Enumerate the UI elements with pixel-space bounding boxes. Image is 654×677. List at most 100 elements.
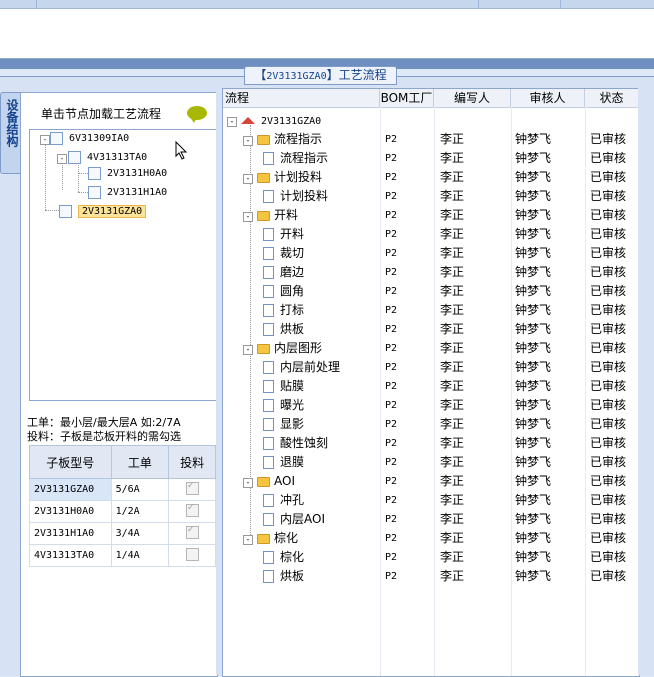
feed-checkbox[interactable] xyxy=(185,547,199,561)
folder-icon xyxy=(257,343,270,354)
folder-icon xyxy=(257,134,270,145)
writer-cell: 李正 xyxy=(440,170,465,184)
feed-checkbox[interactable] xyxy=(185,502,199,517)
tree-node[interactable]: 4V31313TA0 xyxy=(68,150,147,166)
document-icon xyxy=(263,399,274,412)
folder-icon xyxy=(257,533,270,544)
process-step-row[interactable]: 开料 P2 李正 钟梦飞 已审核 xyxy=(223,225,639,244)
factory-cell: P2 xyxy=(385,267,398,278)
process-step-row[interactable]: 退膜 P2 李正 钟梦飞 已审核 xyxy=(223,453,639,472)
writer-cell: 李正 xyxy=(440,322,465,336)
tree-node-selected[interactable]: 2V3131GZA0 xyxy=(59,204,147,220)
process-group-row[interactable]: - 流程指示 P2 李正 钟梦飞 已审核 xyxy=(223,130,639,149)
tree-collapse-toggle[interactable]: - xyxy=(243,535,253,545)
process-step-row[interactable]: 磨边 P2 李正 钟梦飞 已审核 xyxy=(223,263,639,282)
flow-title-tab: 【2V3131GZA0】工艺流程 xyxy=(244,66,397,85)
hint-line-1: 工单：最小层/最大层A 如:2/7A xyxy=(27,416,181,429)
col-header-writer[interactable]: 编写人 xyxy=(434,89,511,107)
tree-line xyxy=(78,162,79,192)
process-step-row[interactable]: 圆角 P2 李正 钟梦飞 已审核 xyxy=(223,282,639,301)
document-icon xyxy=(263,266,274,279)
col-header-flow[interactable]: 流程 xyxy=(225,89,380,107)
reviewer-cell: 钟梦飞 xyxy=(515,531,552,545)
writer-cell: 李正 xyxy=(440,379,465,393)
process-step-row[interactable]: 计划投料 P2 李正 钟梦飞 已审核 xyxy=(223,187,639,206)
process-group-row[interactable]: - 内层图形 P2 李正 钟梦飞 已审核 xyxy=(223,339,639,358)
process-step-row[interactable]: 流程指示 P2 李正 钟梦飞 已审核 xyxy=(223,149,639,168)
reviewer-cell: 钟梦飞 xyxy=(515,265,552,279)
process-step-row[interactable]: 冲孔 P2 李正 钟梦飞 已审核 xyxy=(223,491,639,510)
table-row[interactable]: 2V3131H1A0 3/4A xyxy=(29,522,216,545)
tree-collapse-toggle[interactable]: - xyxy=(243,174,253,184)
document-icon xyxy=(263,304,274,317)
grid-root-row[interactable]: - 2V3131GZA0 xyxy=(223,111,639,130)
factory-cell: P2 xyxy=(385,571,398,582)
factory-cell: P2 xyxy=(385,286,398,297)
process-step-row[interactable]: 棕化 P2 李正 钟梦飞 已审核 xyxy=(223,548,639,567)
col-header-status[interactable]: 状态 xyxy=(585,89,639,107)
table-row[interactable]: 4V31313TA0 1/4A xyxy=(29,544,216,567)
document-icon xyxy=(263,285,274,298)
status-cell: 已审核 xyxy=(590,417,627,431)
factory-cell: P2 xyxy=(385,153,398,164)
tree-node[interactable]: 2V3131H0A0 xyxy=(88,166,167,182)
document-icon xyxy=(263,152,274,165)
tree-collapse-toggle[interactable]: - xyxy=(243,136,253,146)
process-step-row[interactable]: 裁切 P2 李正 钟梦飞 已审核 xyxy=(223,244,639,263)
process-step-row[interactable]: 打标 P2 李正 钟梦飞 已审核 xyxy=(223,301,639,320)
col-header-order[interactable]: 工单 xyxy=(110,445,170,479)
tree-collapse-toggle[interactable]: - xyxy=(57,154,67,164)
document-icon xyxy=(263,361,274,374)
speech-bubble-icon xyxy=(187,106,207,123)
process-group-row[interactable]: - AOI P2 李正 钟梦飞 已审核 xyxy=(223,472,639,491)
status-cell: 已审核 xyxy=(590,493,627,507)
tab-device-structure[interactable]: 设备结构 xyxy=(0,92,21,174)
folder-icon xyxy=(257,172,270,183)
tree-collapse-toggle[interactable]: - xyxy=(227,117,237,127)
col-header-reviewer[interactable]: 审核人 xyxy=(511,89,585,107)
process-group-row[interactable]: - 计划投料 P2 李正 钟梦飞 已审核 xyxy=(223,168,639,187)
table-row[interactable]: 2V3131H0A0 1/2A xyxy=(29,500,216,523)
factory-cell: P2 xyxy=(385,248,398,259)
process-step-row[interactable]: 内层AOI P2 李正 钟梦飞 已审核 xyxy=(223,510,639,529)
writer-cell: 李正 xyxy=(440,550,465,564)
table-row[interactable]: 2V3131GZA0 5/6A xyxy=(29,478,216,501)
process-group-row[interactable]: - 开料 P2 李正 钟梦飞 已审核 xyxy=(223,206,639,225)
tree-collapse-toggle[interactable]: - xyxy=(243,478,253,488)
writer-cell: 李正 xyxy=(440,512,465,526)
status-cell: 已审核 xyxy=(590,284,627,298)
tree-collapse-toggle[interactable]: - xyxy=(243,212,253,222)
process-step-row[interactable]: 曝光 P2 李正 钟梦飞 已审核 xyxy=(223,396,639,415)
status-cell: 已审核 xyxy=(590,531,627,545)
writer-cell: 李正 xyxy=(440,455,465,469)
process-flow-grid: 流程 BOM工厂 编写人 审核人 状态 -2V3131GZA0 - 流程指示 P2 李… xyxy=(222,88,640,677)
document-icon xyxy=(263,513,274,526)
process-step-row[interactable]: 显影 P2 李正 钟梦飞 已审核 xyxy=(223,415,639,434)
reviewer-cell: 钟梦飞 xyxy=(515,284,552,298)
feed-checkbox[interactable] xyxy=(185,524,199,539)
tree-node[interactable]: 6V31309IA0 xyxy=(50,131,129,147)
factory-cell: P2 xyxy=(385,229,398,240)
process-step-row[interactable]: 贴膜 P2 李正 钟梦飞 已审核 xyxy=(223,377,639,396)
feed-checkbox[interactable] xyxy=(185,480,199,495)
process-step-row[interactable]: 内层前处理 P2 李正 钟梦飞 已审核 xyxy=(223,358,639,377)
status-cell: 已审核 xyxy=(590,455,627,469)
status-cell: 已审核 xyxy=(590,227,627,241)
col-header-feed[interactable]: 投料 xyxy=(168,445,216,479)
tree-collapse-toggle[interactable]: - xyxy=(243,345,253,355)
right-collapse-bar[interactable] xyxy=(638,88,654,675)
process-group-row[interactable]: - 棕化 P2 李正 钟梦飞 已审核 xyxy=(223,529,639,548)
factory-cell: P2 xyxy=(385,476,398,487)
col-header-factory[interactable]: BOM工厂 xyxy=(380,89,434,107)
hint-text: 工单：最小层/最大层A 如:2/7A 投料：子板是芯板开料的需勾选 xyxy=(27,416,217,444)
process-step-row[interactable]: 酸性蚀刻 P2 李正 钟梦飞 已审核 xyxy=(223,434,639,453)
tree-collapse-toggle[interactable]: - xyxy=(40,135,50,145)
step-name: 棕化 xyxy=(280,550,305,564)
writer-cell: 李正 xyxy=(440,569,465,583)
reviewer-cell: 钟梦飞 xyxy=(515,436,552,450)
col-header-model[interactable]: 子板型号 xyxy=(29,445,112,479)
tree-node[interactable]: 2V3131H1A0 xyxy=(88,185,167,201)
node-icon xyxy=(88,185,101,199)
process-step-row[interactable]: 烘板 P2 李正 钟梦飞 已审核 xyxy=(223,567,639,586)
process-step-row[interactable]: 烘板 P2 李正 钟梦飞 已审核 xyxy=(223,320,639,339)
